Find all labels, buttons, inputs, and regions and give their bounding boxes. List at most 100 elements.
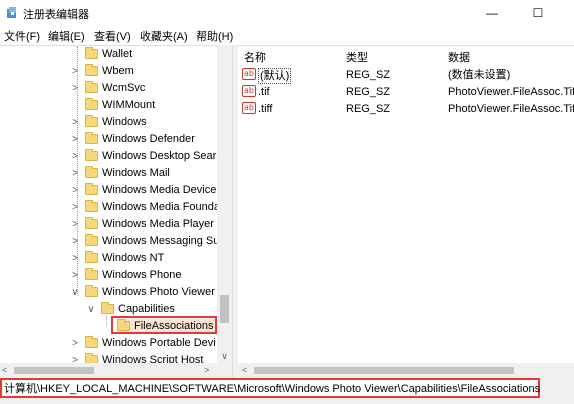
expand-chevron-icon[interactable]: > xyxy=(70,268,80,283)
regedit-app-icon xyxy=(7,7,16,18)
tree-item-label: Windows Defender xyxy=(102,133,195,145)
tree-item-windows-desktop-search[interactable]: > Windows Desktop Sear xyxy=(0,148,217,165)
tree-item-label: Windows Portable Devi xyxy=(102,337,216,349)
value-name: .tiff xyxy=(258,103,273,115)
status-bar: 计算机\HKEY_LOCAL_MACHINE\SOFTWARE\Microsof… xyxy=(0,378,574,404)
scroll-thumb[interactable] xyxy=(220,295,229,323)
tree-item-label: Windows Media Device xyxy=(102,184,217,196)
folder-icon xyxy=(85,132,98,144)
tree-item-label: Windows Media Player xyxy=(102,218,214,230)
tree-item-windows-portable-devices[interactable]: > Windows Portable Devi xyxy=(0,335,217,352)
folder-icon xyxy=(85,336,98,348)
expand-chevron-icon[interactable]: > xyxy=(70,251,80,266)
tree-item-wbem[interactable]: > Wbem xyxy=(0,63,217,80)
string-value-icon: ab xyxy=(242,102,256,114)
value-type: REG_SZ xyxy=(346,69,391,81)
tree-item-windows-photo-viewer[interactable]: ∨ Windows Photo Viewer xyxy=(0,284,217,301)
scroll-down-arrow-icon[interactable]: ∨ xyxy=(217,349,232,363)
folder-icon xyxy=(85,200,98,212)
tree-item-windows[interactable]: > Windows xyxy=(0,114,217,131)
scroll-right-arrow-icon[interactable]: > xyxy=(204,363,209,378)
menu-edit[interactable]: 编辑(E) xyxy=(48,28,85,44)
tree-item-windows-defender[interactable]: > Windows Defender xyxy=(0,131,217,148)
menu-help[interactable]: 帮助(H) xyxy=(196,28,233,44)
value-name: (默认) xyxy=(258,68,292,84)
maximize-button[interactable]: ☐ xyxy=(516,0,560,26)
menu-view[interactable]: 查看(V) xyxy=(94,28,131,44)
tree-item-label: Windows Messaging Su xyxy=(102,235,220,247)
folder-icon xyxy=(101,302,114,314)
tree-item-windows-nt[interactable]: > Windows NT xyxy=(0,250,217,267)
minimize-button[interactable]: — xyxy=(470,0,514,26)
folder-icon xyxy=(85,81,98,93)
folder-icon xyxy=(85,285,98,297)
value-row-tiff[interactable]: ab .tiff REG_SZ PhotoViewer.FileAssoc.Ti… xyxy=(238,101,574,118)
expand-chevron-icon[interactable]: > xyxy=(70,234,80,249)
value-type: REG_SZ xyxy=(346,86,391,98)
tree-item-label: Wallet xyxy=(102,48,133,60)
column-header-data[interactable]: 数据 xyxy=(448,49,470,65)
tree-item-label: Windows Phone xyxy=(102,269,182,281)
column-header-name[interactable]: 名称 xyxy=(244,49,266,65)
tree-item-wimmount[interactable]: WIMMount xyxy=(0,97,217,114)
tree-item-label: Windows NT xyxy=(102,252,165,264)
folder-icon xyxy=(85,115,98,127)
tree-item-label: Windows Desktop Sear xyxy=(102,150,217,162)
expand-chevron-icon[interactable]: > xyxy=(70,115,80,130)
value-data: (数值未设置) xyxy=(448,69,511,81)
expand-chevron-icon[interactable]: > xyxy=(70,132,80,147)
expand-chevron-icon[interactable]: > xyxy=(70,183,80,198)
tree-item-windows-messaging[interactable]: > Windows Messaging Su xyxy=(0,233,220,250)
expand-chevron-icon[interactable]: > xyxy=(70,64,80,79)
folder-icon xyxy=(85,183,98,195)
column-header-type[interactable]: 类型 xyxy=(346,49,368,65)
folder-icon xyxy=(85,251,98,263)
tree-item-windows-media-device[interactable]: > Windows Media Device xyxy=(0,182,217,199)
tree-horizontal-scrollbar[interactable]: < > xyxy=(0,363,232,378)
folder-icon xyxy=(85,64,98,76)
window-title: 注册表编辑器 xyxy=(23,9,89,21)
tree-item-label: Windows Mail xyxy=(102,167,170,179)
tree-item-wcmsvc[interactable]: > WcmSvc xyxy=(0,80,217,97)
scroll-thumb[interactable] xyxy=(14,367,94,374)
registry-value-list[interactable]: 名称 类型 数据 ab (默认) REG_SZ (数值未设置) ab .tif … xyxy=(238,45,574,378)
value-data: PhotoViewer.FileAssoc.Tiff xyxy=(448,86,574,98)
expand-chevron-icon[interactable]: > xyxy=(70,217,80,232)
address-path-highlight: 计算机\HKEY_LOCAL_MACHINE\SOFTWARE\Microsof… xyxy=(0,378,540,398)
folder-icon xyxy=(85,98,98,110)
registry-path[interactable]: 计算机\HKEY_LOCAL_MACHINE\SOFTWARE\Microsof… xyxy=(4,382,540,396)
value-type: REG_SZ xyxy=(346,103,391,115)
expand-chevron-icon[interactable]: > xyxy=(70,81,80,96)
expand-chevron-icon[interactable]: > xyxy=(70,336,80,351)
folder-icon xyxy=(85,47,98,59)
title-bar: 注册表编辑器 — ☐ xyxy=(0,0,574,26)
list-horizontal-scrollbar[interactable]: < xyxy=(238,363,574,378)
tree-item-label: Wbem xyxy=(102,65,134,77)
scroll-thumb[interactable] xyxy=(254,367,514,374)
tree-item-label: WIMMount xyxy=(102,99,156,111)
tree-vertical-scrollbar[interactable]: ∨ xyxy=(217,45,232,363)
value-name: .tif xyxy=(258,86,270,98)
scroll-left-arrow-icon[interactable]: < xyxy=(242,363,247,378)
string-value-icon: ab xyxy=(242,68,256,80)
tree-item-windows-mail[interactable]: > Windows Mail xyxy=(0,165,217,182)
scroll-left-arrow-icon[interactable]: < xyxy=(2,363,7,378)
collapse-chevron-icon[interactable]: ∨ xyxy=(70,285,80,300)
string-value-icon: ab xyxy=(242,85,256,97)
menu-favorites[interactable]: 收藏夹(A) xyxy=(140,28,188,44)
collapse-chevron-icon[interactable]: ∨ xyxy=(86,302,96,317)
expand-chevron-icon[interactable]: > xyxy=(70,166,80,181)
tree-item-windows-media-foundation[interactable]: > Windows Media Founda xyxy=(0,199,220,216)
expand-chevron-icon[interactable]: > xyxy=(70,200,80,215)
tree-item-wallet[interactable]: Wallet xyxy=(0,46,217,63)
tree-item-windows-phone[interactable]: > Windows Phone xyxy=(0,267,217,284)
tree-item-windows-media-player[interactable]: > Windows Media Player xyxy=(0,216,217,233)
menu-file[interactable]: 文件(F) xyxy=(4,28,40,44)
folder-icon xyxy=(85,166,98,178)
value-row-default[interactable]: ab (默认) REG_SZ (数值未设置) xyxy=(238,67,574,84)
folder-icon xyxy=(85,268,98,280)
expand-chevron-icon[interactable]: > xyxy=(70,149,80,164)
value-row-tif[interactable]: ab .tif REG_SZ PhotoViewer.FileAssoc.Tif… xyxy=(238,84,574,101)
folder-icon xyxy=(85,234,98,246)
tree-item-label: Windows Photo Viewer xyxy=(102,286,215,298)
